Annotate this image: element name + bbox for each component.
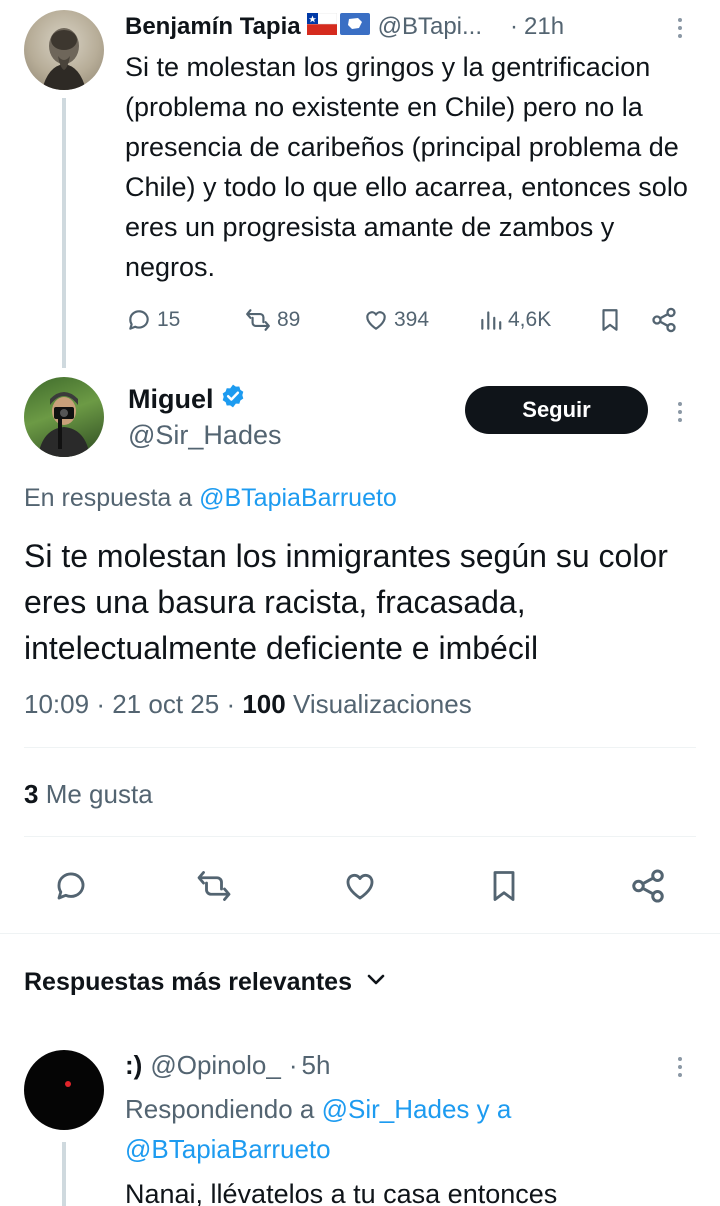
parent-more-button[interactable] [668,12,692,44]
avatar-miguel[interactable] [24,377,104,457]
reply-context-prefix: En respuesta a [24,484,193,512]
like-icon [362,307,390,333]
main-tweet-date[interactable]: 21 oct 25 [112,689,219,719]
main-reply-button[interactable] [52,868,90,904]
divider [0,933,720,934]
parent-share-button[interactable] [650,306,678,334]
replying-to-and: y a [476,1094,512,1124]
antarctic-flag-icon [339,12,370,42]
chile-flag-icon [306,12,337,42]
reply-timestamp[interactable]: 5h [301,1050,330,1081]
replies-sort-dropdown[interactable]: Respuestas más relevantes [24,964,386,1000]
main-repost-button[interactable] [193,868,235,904]
main-views-count: 100 [242,689,286,719]
divider [24,836,696,837]
parent-views-button[interactable]: 4,6K [478,307,551,333]
reply-context-mention[interactable]: @BTapiaBarrueto [199,484,397,512]
reply-tweet-text: Nanai, llévatelos a tu casa entonces [125,1179,558,1206]
reply-icon [52,868,90,904]
like-icon [341,868,379,904]
main-more-button[interactable] [668,396,692,428]
main-author-handle[interactable]: @Sir_Hades [128,418,281,452]
meta-separator: · [226,689,236,719]
replies-sort-label: Respuestas más relevantes [24,967,352,996]
main-author-name[interactable]: Miguel [128,384,214,415]
main-likes-count: 3 [24,779,39,809]
main-action-bar [0,862,720,910]
parent-reply-button[interactable]: 15 [125,307,180,333]
main-views-label: Visualizaciones [292,689,472,719]
parent-repost-count: 89 [277,308,301,331]
meta-separator: · [96,689,105,719]
views-icon [478,307,504,333]
verified-badge-icon [220,383,246,416]
main-likes-label: Me gusta [45,779,153,809]
main-likes-summary[interactable]: 3 Me gusta [24,776,153,812]
main-tweet-text: Si te molestan los inmigrantes según su … [24,538,668,666]
parent-tweet-text: Si te molestan los gringos y la gentrifi… [125,52,688,282]
main-like-button[interactable] [341,868,379,904]
parent-separator: · [510,13,518,40]
parent-repost-button[interactable]: 89 [243,307,300,333]
parent-action-bar: 15 89 394 4,6K [125,303,685,337]
main-share-button[interactable] [629,867,667,905]
thread-line-parent [62,98,66,368]
main-tweet-time[interactable]: 10:09 [24,689,89,719]
parent-author-handle[interactable]: @BTapi... [378,13,482,41]
main-tweet-meta: 10:09 · 21 oct 25 · 100 Visualizaciones [24,686,472,722]
replying-to-prefix: Respondiendo a [125,1094,315,1124]
reply-context: En respuesta a @BTapiaBarrueto [24,480,397,516]
chevron-down-icon [366,973,386,992]
avatar-opinolo[interactable] [24,1050,104,1130]
parent-timestamp[interactable]: 21h [524,13,564,41]
reply-separator: · [288,1049,298,1080]
reply-replying-to: Respondiendo a @Sir_Hades y a @BTapiaBar… [125,1089,685,1169]
divider [24,747,696,748]
parent-like-count: 394 [394,308,430,331]
reply-tweet-header: :) @Opinolo_ · 5h [125,1048,330,1082]
parent-author-name[interactable]: Benjamín Tapia [125,13,301,41]
parent-bookmark-button[interactable] [597,306,623,334]
parent-reply-count: 15 [157,308,181,331]
bookmark-icon [486,867,522,905]
follow-button[interactable]: Seguir [465,386,648,434]
share-icon [629,867,667,905]
thread-line-reply [62,1142,66,1206]
reply-author-handle[interactable]: @Opinolo_ [150,1050,280,1081]
replying-to-mention-1[interactable]: @Sir_Hades [322,1094,470,1124]
replying-to-mention-2[interactable]: @BTapiaBarrueto [125,1134,331,1164]
avatar-benjamin-tapia[interactable] [24,10,104,90]
reply-icon [125,307,153,333]
bookmark-icon [597,306,623,334]
share-icon [650,306,678,334]
parent-like-button[interactable]: 394 [362,307,429,333]
main-author-name-row: Miguel [128,382,246,416]
reply-more-button[interactable] [668,1051,692,1083]
parent-tweet-header: Benjamín Tapia @BTapi... · 21h [125,10,675,44]
repost-icon [193,868,235,904]
main-bookmark-button[interactable] [486,867,522,905]
reply-author-name[interactable]: :) [125,1050,142,1081]
repost-icon [243,307,273,333]
parent-views-count: 4,6K [508,308,552,331]
